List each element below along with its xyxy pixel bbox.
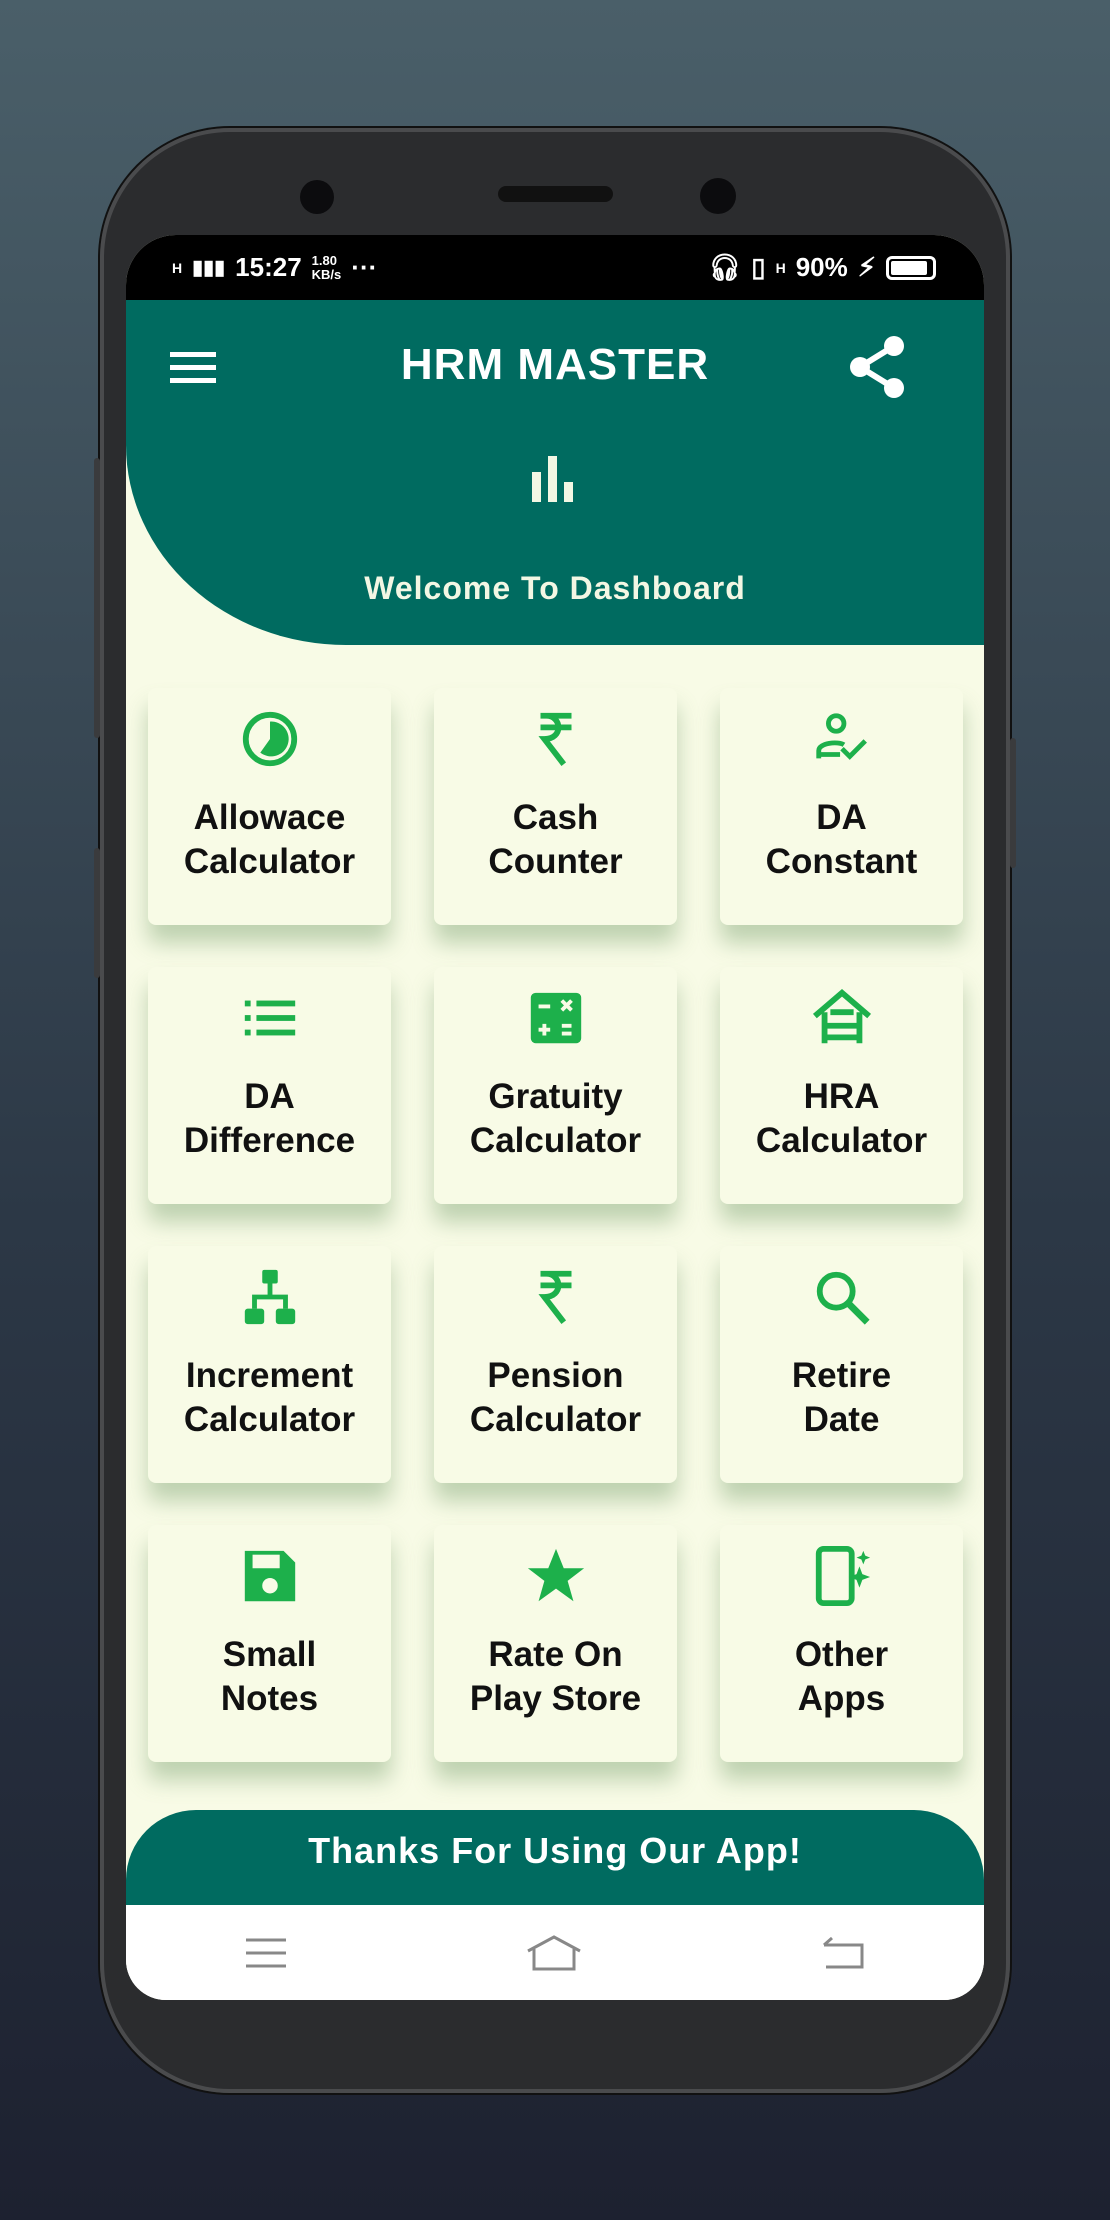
pie-clock-icon <box>242 711 297 767</box>
card-label-line2: Calculator <box>469 1400 642 1439</box>
card-label: DA Constant <box>766 796 918 884</box>
card-rate-on-play-store[interactable]: Rate On Play Store <box>434 1525 677 1762</box>
network-type-2: H <box>775 259 786 276</box>
card-label: Pension Calculator <box>470 1354 641 1442</box>
card-label: DA Difference <box>184 1075 355 1163</box>
card-small-notes[interactable]: Small Notes <box>148 1525 391 1762</box>
front-camera-icon <box>700 178 736 214</box>
rupee-icon <box>537 712 571 766</box>
status-bar: H ▮▮▮ 15:27 1.80 KB/s ··· 🎧︎ ▯ H 90% ⚡︎ <box>126 235 984 300</box>
volume-button <box>94 458 100 738</box>
card-label-line2: Apps <box>797 1679 886 1718</box>
card-label-line2: Date <box>803 1400 880 1439</box>
hierarchy-icon <box>244 1269 295 1325</box>
card-pension-calculator[interactable]: Pension Calculator <box>434 1246 677 1483</box>
card-label: Cash Counter <box>488 796 622 884</box>
net-speed: 1.80 <box>311 252 337 268</box>
card-label: Retire Date <box>792 1354 891 1442</box>
card-label: Other Apps <box>795 1633 888 1721</box>
card-label-line1: DA <box>816 798 867 837</box>
card-label-line1: Increment <box>185 1356 354 1395</box>
card-label: Rate On Play Store <box>470 1633 641 1721</box>
card-label-line1: Gratuity <box>488 1077 623 1116</box>
card-label-line2: Play Store <box>469 1679 642 1718</box>
rupee-icon <box>537 1270 571 1324</box>
card-label: Allowace Calculator <box>184 796 355 884</box>
battery-percent: 90% <box>795 252 848 282</box>
card-label: Increment Calculator <box>184 1354 355 1442</box>
speaker-grille <box>498 186 613 202</box>
phone-sparkle-icon <box>815 1545 870 1607</box>
clock: 15:27 <box>235 252 302 282</box>
app-screen: H ▮▮▮ 15:27 1.80 KB/s ··· 🎧︎ ▯ H 90% ⚡︎ H… <box>126 235 984 2000</box>
list-icon <box>244 1000 295 1036</box>
card-gratuity-calculator[interactable]: Gratuity Calculator <box>434 967 677 1204</box>
card-label-line1: Other <box>794 1635 889 1674</box>
back-icon[interactable] <box>820 1935 866 1971</box>
card-da-difference[interactable]: DA Difference <box>148 967 391 1204</box>
more-notifications: ··· <box>351 252 378 282</box>
card-label-line2: Calculator <box>183 1400 356 1439</box>
dashboard-grid: Allowace Calculator Cash Counter DA Constant D… <box>148 688 963 1762</box>
card-retire-date[interactable]: Retire Date <box>720 1246 963 1483</box>
navigation-bar <box>126 1905 984 2000</box>
card-label: Gratuity Calculator <box>470 1075 641 1163</box>
camera-icon <box>300 180 334 214</box>
card-label-line2: Constant <box>765 842 918 881</box>
card-label-line1: Cash <box>512 798 599 837</box>
card-label-line1: Rate On <box>488 1635 623 1674</box>
network-type: H <box>172 259 183 276</box>
search-icon <box>816 1271 870 1325</box>
house-icon <box>812 988 871 1044</box>
side-button <box>94 848 100 978</box>
card-label-line1: Small <box>222 1635 317 1674</box>
calculator-icon <box>530 992 581 1044</box>
vibrate-icon: ▯ <box>751 252 766 282</box>
home-icon[interactable] <box>524 1933 584 1973</box>
card-allowace-calculator[interactable]: Allowace Calculator <box>148 688 391 925</box>
bar-chart-icon <box>532 456 573 502</box>
card-label-line2: Notes <box>220 1679 319 1718</box>
card-label: Small Notes <box>221 1633 318 1721</box>
card-label-line2: Calculator <box>755 1121 928 1160</box>
welcome-text: Welcome To Dashboard <box>364 570 746 606</box>
card-label-line1: Retire <box>791 1356 892 1395</box>
card-label-line2: Difference <box>183 1121 356 1160</box>
card-cash-counter[interactable]: Cash Counter <box>434 688 677 925</box>
card-label-line2: Counter <box>488 842 623 881</box>
card-label: HRA Calculator <box>756 1075 927 1163</box>
share-icon[interactable] <box>848 335 906 399</box>
user-check-icon <box>815 713 867 760</box>
charging-icon: ⚡︎ <box>857 252 876 282</box>
signal-icon: ▮▮▮ <box>192 257 226 279</box>
star-icon <box>527 1548 584 1602</box>
battery-icon <box>886 255 936 280</box>
footer-banner: Thanks For Using Our App! <box>126 1810 984 1905</box>
card-label-line1: HRA <box>803 1077 880 1116</box>
card-other-apps[interactable]: Other Apps <box>720 1525 963 1762</box>
card-label-line2: Calculator <box>183 842 356 881</box>
card-label-line1: DA <box>244 1077 295 1116</box>
save-icon <box>244 1550 295 1602</box>
card-increment-calculator[interactable]: Increment Calculator <box>148 1246 391 1483</box>
card-label-line2: Calculator <box>469 1121 642 1160</box>
card-label-line1: Allowace <box>193 798 346 837</box>
app-header: HRM MASTER Welcome To Dashboard <box>126 300 984 645</box>
net-speed-unit: KB/s <box>311 266 342 282</box>
card-hra-calculator[interactable]: HRA Calculator <box>720 967 963 1204</box>
headphones-icon: 🎧︎ <box>708 252 742 282</box>
power-button <box>1010 738 1016 868</box>
recent-apps-icon[interactable] <box>244 1936 288 1970</box>
card-label-line1: Pension <box>487 1356 624 1395</box>
card-da-constant[interactable]: DA Constant <box>720 688 963 925</box>
